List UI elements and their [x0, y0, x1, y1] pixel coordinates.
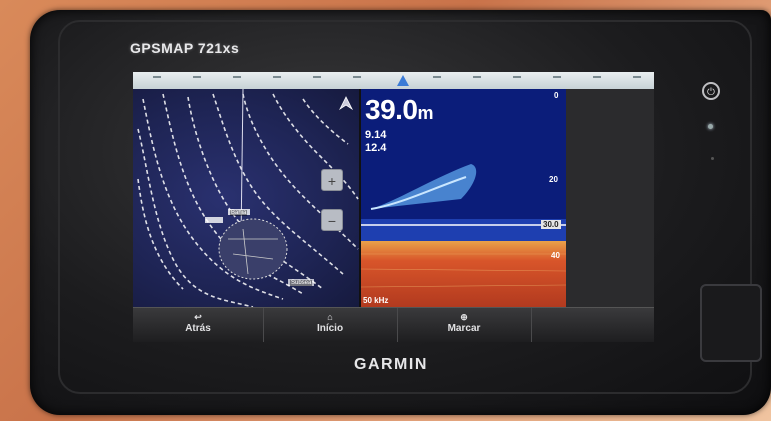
softkey-4[interactable]: [531, 308, 654, 342]
back-button[interactable]: ↩ Atrás: [133, 308, 264, 342]
display-screen: Bahia Subsea + − 39.0m 9.14 12.4 0 20 30…: [133, 72, 654, 307]
chart-label: Subsea: [290, 280, 313, 286]
zoom-out-button[interactable]: −: [321, 209, 343, 231]
brand-logo: GARMIN: [354, 356, 428, 373]
speed-readout: 12.4: [365, 142, 387, 154]
temperature-readout: 9.14: [365, 129, 387, 141]
chart-label: Bahia: [230, 210, 248, 216]
depth-cursor-label: 30.0: [541, 220, 561, 229]
depth-scale-top: 0: [554, 91, 559, 100]
indicator-dot: [711, 157, 714, 160]
softkey-bar: ↩ Atrás ⌂ Início ⊕ Marcar: [133, 307, 654, 342]
depth-scale-bottom: 40: [551, 251, 560, 260]
home-icon: ⌂: [327, 312, 333, 322]
zoom-out-icon: −: [327, 213, 337, 229]
mark-icon: ⊕: [460, 312, 468, 322]
zoom-in-icon: +: [327, 173, 337, 189]
chart-pane[interactable]: Bahia Subsea + −: [133, 88, 359, 307]
depth-readout: 39.0m: [365, 94, 434, 125]
light-sensor: [708, 124, 713, 129]
screen-edge: [566, 89, 654, 307]
zoom-in-button[interactable]: +: [321, 169, 343, 191]
north-arrow-icon: [338, 96, 354, 111]
card-slot-cover[interactable]: [700, 284, 762, 362]
frequency-label: 50 kHz: [363, 296, 389, 305]
mark-button[interactable]: ⊕ Marcar: [397, 308, 532, 342]
home-button[interactable]: ⌂ Início: [263, 308, 398, 342]
heading-marker-icon: [397, 75, 409, 86]
device-model-label: GPSMAP 721xs: [130, 40, 240, 56]
power-icon: ⏻: [707, 87, 715, 98]
depth-scale-mid: 20: [549, 175, 558, 184]
power-button[interactable]: ⏻: [702, 82, 720, 100]
back-arrow-icon: ↩: [194, 312, 202, 322]
sonar-pane[interactable]: 39.0m 9.14 12.4 0 20 30.0 40 50 kHz: [361, 89, 566, 307]
contour-lines: [137, 88, 359, 307]
compass-tape: [133, 72, 654, 89]
